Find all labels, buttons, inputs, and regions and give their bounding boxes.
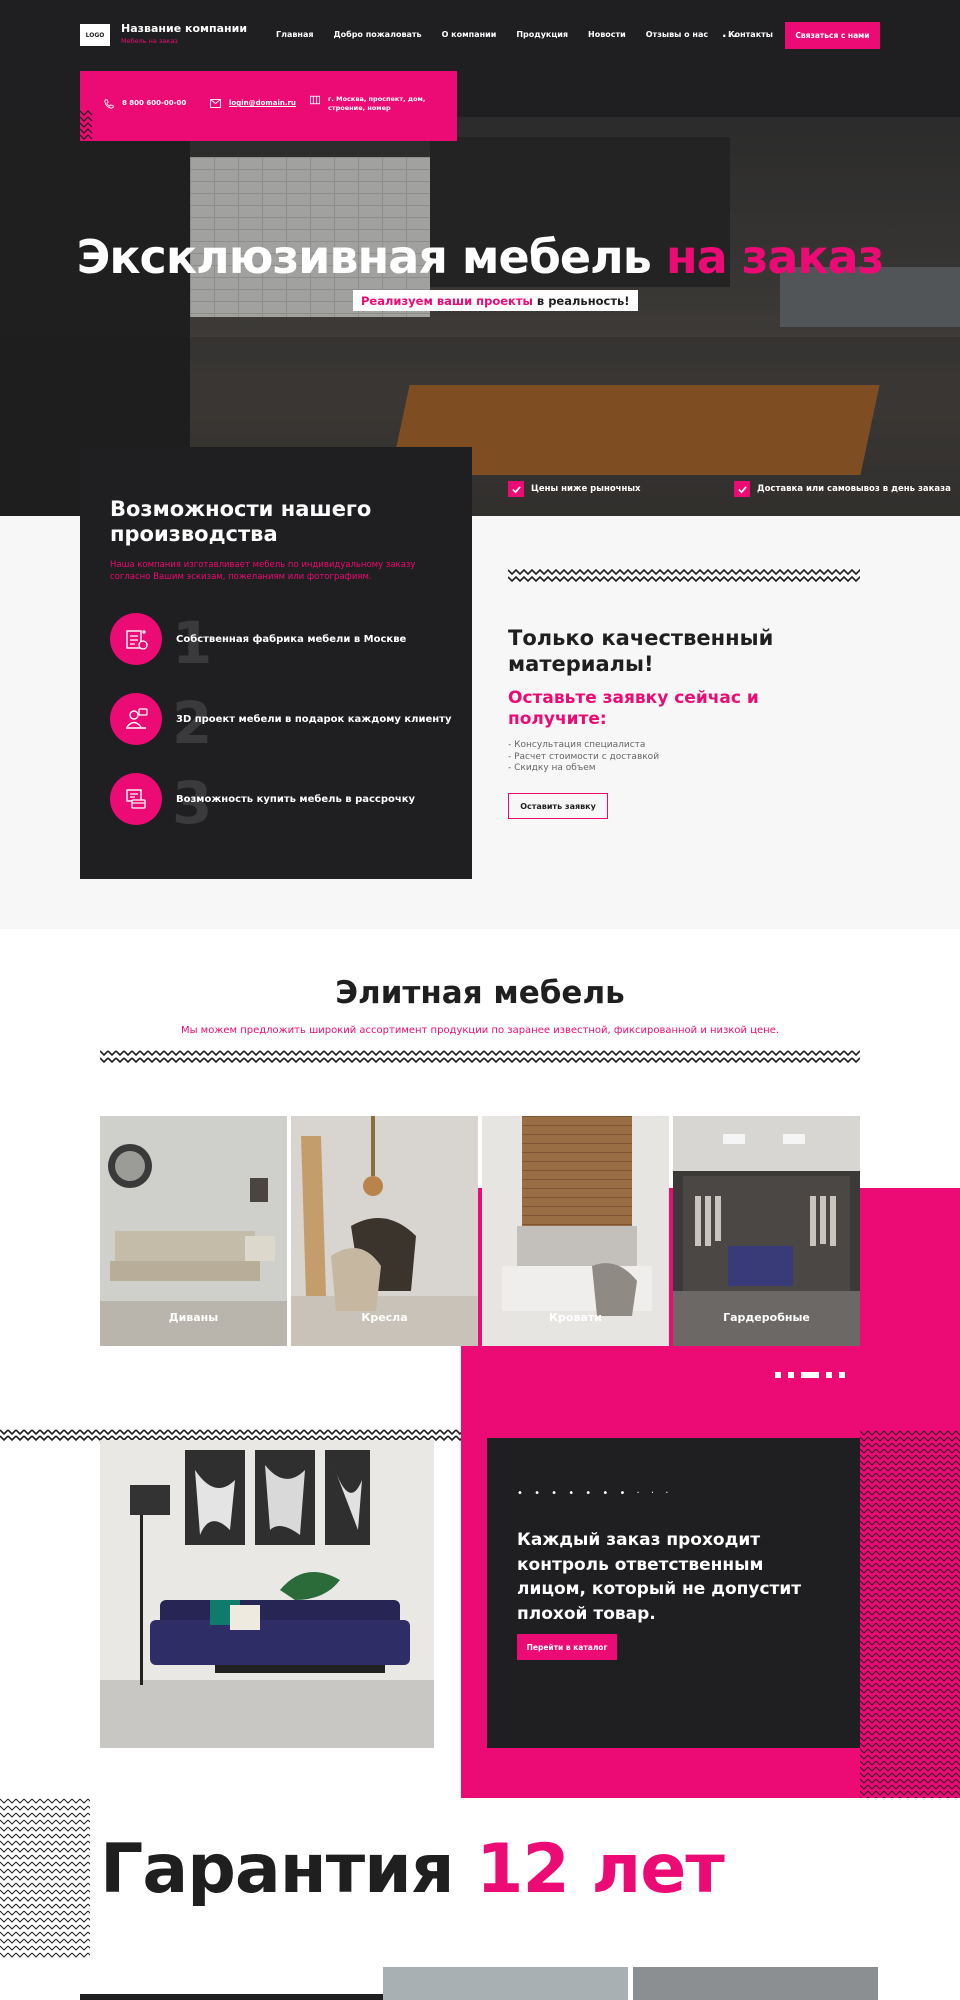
category-wardrobes[interactable]: Гардеробные [673, 1116, 860, 1346]
feature-text: Возможность купить мебель в рассрочку [176, 793, 416, 805]
offer-list-item: - Консультация специалиста [508, 740, 646, 750]
benefit-delivery-label: Доставка или самовывоз в день заказа [757, 484, 951, 494]
category-beds[interactable]: Кровати [482, 1116, 669, 1346]
email-contact[interactable]: login@domain.ru [210, 99, 296, 108]
feature-item: 1 Собственная фабрика мебели в Москве [110, 609, 407, 677]
elite-title: Элитная мебель [335, 975, 625, 1011]
feature-item: 3 Возможность купить мебель в рассрочку [110, 769, 416, 837]
category-armchairs[interactable]: Кресла [291, 1116, 478, 1346]
nav-welcome[interactable]: Добро пожаловать [333, 30, 421, 39]
quality-control-card: • • • • • • • · · · Каждый заказ проходи… [487, 1438, 860, 1748]
category-label: Диваны [168, 1311, 219, 1324]
address-contact: г. Москва, проспект, дом, строение, номе… [310, 95, 425, 113]
payment-icon [110, 773, 162, 825]
nav-about[interactable]: О компании [442, 30, 497, 39]
slider-dot[interactable] [837, 1370, 847, 1380]
living-room-image [100, 1440, 434, 1748]
offer-list-item: - Скидку на объем [508, 763, 596, 774]
elite-subtitle: Мы можем предложить широкий ассортимент … [180, 1025, 780, 1036]
offer-list-item: - Расчет стоимости с доставкой [508, 751, 660, 762]
zigzag-divider [508, 568, 860, 582]
address-line-1: г. Москва, проспект, дом, [328, 95, 426, 103]
benefit-prices-label: Цены ниже рыночных [531, 484, 641, 494]
phone-number: 8 800 600-00-00 [122, 99, 187, 107]
nav-news[interactable]: Новости [588, 30, 626, 39]
nav-reviews[interactable]: Отзывы о нас [646, 30, 708, 39]
email-link[interactable]: login@domain.ru [229, 99, 296, 107]
slider-dot[interactable] [824, 1370, 834, 1380]
leave-request-button[interactable]: Оставить заявку [508, 793, 608, 819]
slider-dot-active[interactable] [799, 1370, 821, 1380]
guarantee-title: Гарантия 12 лет [100, 1830, 725, 1909]
benefit-delivery: Доставка или самовывоз в день заказа [734, 481, 951, 497]
feature-item: 2 3D проект мебели в подарок каждому кли… [110, 689, 452, 757]
zigzag-decoration [80, 110, 93, 140]
feature-text: Собственная фабрика мебели в Москве [176, 633, 407, 645]
check-icon [734, 481, 750, 497]
company-name: Название компании [121, 22, 248, 35]
logo[interactable]: LOGO [80, 24, 110, 46]
zigzag-pattern-left [0, 1798, 90, 1958]
slider-pagination [773, 1370, 847, 1380]
main-nav: Главная Добро пожаловать О компании Прод… [276, 30, 793, 39]
designer-icon [110, 693, 162, 745]
go-to-catalog-button[interactable]: Перейти в каталог [517, 1634, 617, 1660]
hero-subtitle: Реализуем ваши проекты в реальность! [353, 290, 638, 311]
hero-title-main: Эксклюзивная мебель [76, 230, 652, 284]
quality-title: Только качественный материалы! [508, 626, 774, 677]
hero-subtitle-rest: в реальность! [536, 293, 630, 308]
feature-text: 3D проект мебели в подарок каждому клиен… [176, 713, 452, 725]
category-label: Кровати [549, 1311, 602, 1324]
quality-control-text: Каждый заказ проходит контроль ответстве… [517, 1530, 802, 1624]
zigzag-divider [100, 1048, 860, 1068]
zigzag-pattern-right [860, 1430, 960, 1798]
teaser-image-1 [383, 1967, 628, 2000]
phone-contact[interactable]: 8 800 600-00-00 [104, 99, 186, 109]
category-label: Кресла [361, 1311, 408, 1324]
features-title: Возможности нашего производства [110, 497, 372, 547]
hero-subtitle-accent: Реализуем ваши проекты [361, 293, 533, 308]
category-label: Гардеробные [723, 1311, 810, 1324]
offer-subtitle: Оставьте заявку сейчас и получите: [508, 688, 759, 730]
category-sofas[interactable]: Диваны [100, 1116, 287, 1346]
contact-strip: 8 800 600-00-00 login@domain.ru г. Москв… [80, 71, 457, 141]
slider-dot[interactable] [786, 1370, 796, 1380]
slider-dot[interactable] [773, 1370, 783, 1380]
map-icon [310, 95, 320, 105]
nav-products[interactable]: Продукция [516, 30, 568, 39]
phone-icon [104, 99, 114, 109]
mail-icon [210, 99, 221, 108]
features-description: Наша компания изготавливает мебель по ин… [110, 560, 416, 583]
contact-us-button[interactable]: Связаться с нами [785, 22, 880, 49]
address-line-2: строение, номер [328, 103, 391, 112]
dots-decoration: • • • • • • • · · · [517, 1488, 673, 1499]
guarantee-title-main: Гарантия [100, 1830, 454, 1909]
factory-icon [110, 613, 162, 665]
hero-title-accent: на заказ [665, 230, 885, 284]
check-icon [508, 481, 524, 497]
teaser-dark-block [80, 1994, 432, 2000]
nav-home[interactable]: Главная [276, 30, 313, 39]
hero-title: Эксклюзивная мебель на заказ [0, 230, 960, 284]
nav-more-button[interactable]: ... [722, 26, 739, 40]
features-card: Возможности нашего производства Наша ком… [80, 447, 472, 879]
benefit-prices: Цены ниже рыночных [508, 481, 641, 497]
offer-list: - Консультация специалиста - Расчет стои… [508, 740, 659, 775]
guarantee-title-accent: 12 лет [476, 1830, 725, 1909]
teaser-image-2 [633, 1967, 878, 2000]
company-tagline: Мебель на заказ [121, 37, 178, 45]
